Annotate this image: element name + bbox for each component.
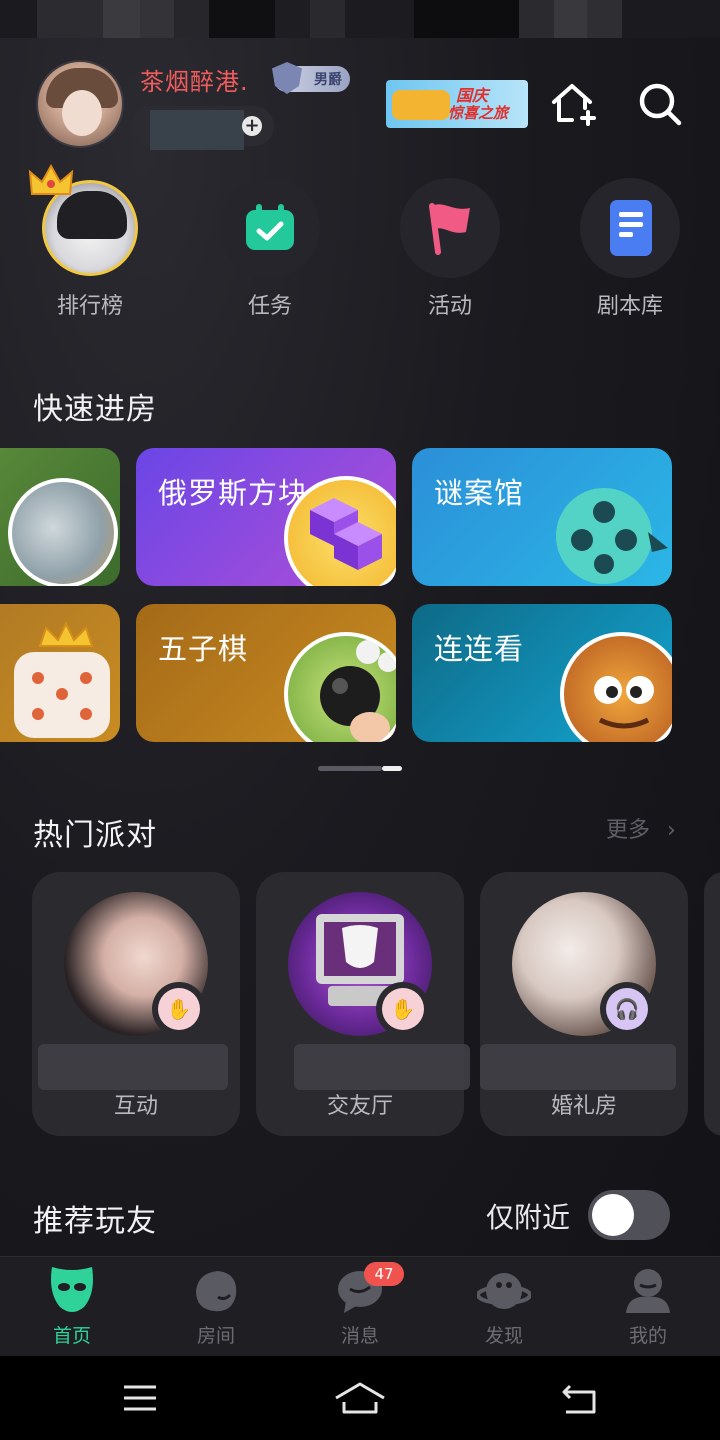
- chevron-right-icon: ›: [667, 818, 676, 843]
- system-nav-bar: [0, 1356, 720, 1440]
- flag-icon: [429, 203, 470, 255]
- party-card-wedding[interactable]: 🎧 婚礼房: [480, 872, 688, 1136]
- room-icon: [196, 1271, 237, 1312]
- task-calendar-check-icon: [246, 204, 294, 250]
- tab-discover[interactable]: 发现: [454, 1267, 554, 1348]
- nav-activity[interactable]: 活动: [400, 178, 500, 320]
- script-book-icon: [610, 200, 652, 256]
- nav-ranking[interactable]: 排行榜: [28, 164, 140, 320]
- elephant-game-icon: [8, 478, 118, 586]
- search-icon: [639, 83, 682, 126]
- plus-icon: +: [242, 116, 262, 136]
- back-icon[interactable]: [560, 1382, 598, 1414]
- party-card-label: 婚礼房: [550, 1094, 617, 1119]
- game-card-partial-dice[interactable]: [0, 604, 120, 742]
- game-card-gomoku[interactable]: 五子棋: [136, 604, 396, 742]
- add-info-pill[interactable]: +: [132, 106, 274, 150]
- rank-badge: 男爵: [272, 62, 350, 94]
- nav-ranking-label: 排行榜: [56, 294, 123, 319]
- tab-home[interactable]: 首页: [22, 1267, 122, 1348]
- recommend-title: 推荐玩友: [33, 1204, 157, 1239]
- nav-activity-label: 活动: [427, 294, 472, 319]
- bottom-tab-bar: 首页 房间 消息 发现 我的: [0, 1256, 720, 1356]
- party-card-partial[interactable]: [704, 872, 720, 1136]
- cartoon-animal-icon: [560, 632, 672, 742]
- hot-party-more-link[interactable]: 更多 ›: [606, 812, 676, 844]
- search-button[interactable]: [636, 80, 684, 128]
- game-card-tetris[interactable]: 俄罗斯方块: [136, 448, 396, 586]
- username: 茶烟醉港.: [140, 68, 249, 96]
- create-room-button[interactable]: [548, 80, 596, 128]
- headphones-icon: 🎧: [606, 988, 648, 1030]
- nav-script-library[interactable]: 剧本库: [580, 178, 680, 320]
- game-card-gomoku-name: 五子棋: [158, 632, 249, 666]
- blurred-room-name: [38, 1044, 228, 1090]
- dice-icon: [14, 622, 110, 738]
- game-card-partial-animal[interactable]: [0, 448, 120, 586]
- tab-discover-label: 发现: [484, 1325, 523, 1347]
- tab-room-label: 房间: [196, 1325, 235, 1347]
- planet-icon: [477, 1273, 531, 1309]
- bus-icon: [392, 90, 450, 120]
- blurred-room-name: [480, 1044, 676, 1090]
- nav-task[interactable]: 任务: [220, 178, 320, 320]
- wave-hand-icon: ✋: [382, 988, 424, 1030]
- profile-icon: [626, 1269, 670, 1313]
- nearby-toggle[interactable]: [588, 1190, 670, 1240]
- wave-hand-icon: ✋: [158, 988, 200, 1030]
- game-card-link[interactable]: 连连看: [412, 604, 672, 742]
- go-stone-icon: [284, 632, 396, 742]
- tab-home-label: 首页: [52, 1325, 91, 1347]
- unread-badge: 47: [364, 1262, 404, 1286]
- user-avatar[interactable]: [36, 60, 124, 148]
- hot-party-title: 热门派对: [33, 818, 157, 853]
- party-card-label: 交友厅: [326, 1094, 393, 1119]
- tab-profile[interactable]: 我的: [598, 1267, 698, 1348]
- home-plus-icon: [552, 84, 596, 126]
- party-card-interact[interactable]: ✋ 互动: [32, 872, 240, 1136]
- nearby-only-label: 仅附近: [486, 1201, 571, 1234]
- menu-icon[interactable]: [122, 1384, 158, 1412]
- tab-room[interactable]: 房间: [166, 1267, 266, 1348]
- mask-icon: [51, 1267, 93, 1312]
- banner-line2: 惊喜之旅: [448, 104, 509, 122]
- rank-badge-label: 男爵: [314, 72, 342, 88]
- tab-messages-label: 消息: [340, 1325, 379, 1347]
- game-card-tetris-name: 俄罗斯方块: [158, 476, 309, 510]
- nav-script-library-label: 剧本库: [596, 294, 663, 319]
- blurred-room-name: [294, 1044, 470, 1090]
- home-icon[interactable]: [334, 1380, 386, 1416]
- promo-banner[interactable]: 国庆 惊喜之旅: [386, 80, 528, 128]
- carousel-indicator: [318, 766, 402, 772]
- party-card-label: 互动: [113, 1094, 158, 1119]
- more-label: 更多: [606, 818, 651, 843]
- game-card-mystery-name: 谜案馆: [434, 476, 525, 510]
- status-bar: [0, 0, 720, 38]
- game-card-mystery[interactable]: 谜案馆: [412, 448, 672, 586]
- nav-task-label: 任务: [247, 294, 292, 319]
- crown-icon: [28, 164, 74, 195]
- game-card-link-name: 连连看: [434, 632, 525, 666]
- film-reel-icon: [556, 488, 668, 584]
- party-card-friends[interactable]: ✋ 交友厅: [256, 872, 470, 1136]
- quick-enter-title: 快速进房: [33, 392, 157, 427]
- tab-profile-label: 我的: [628, 1325, 667, 1347]
